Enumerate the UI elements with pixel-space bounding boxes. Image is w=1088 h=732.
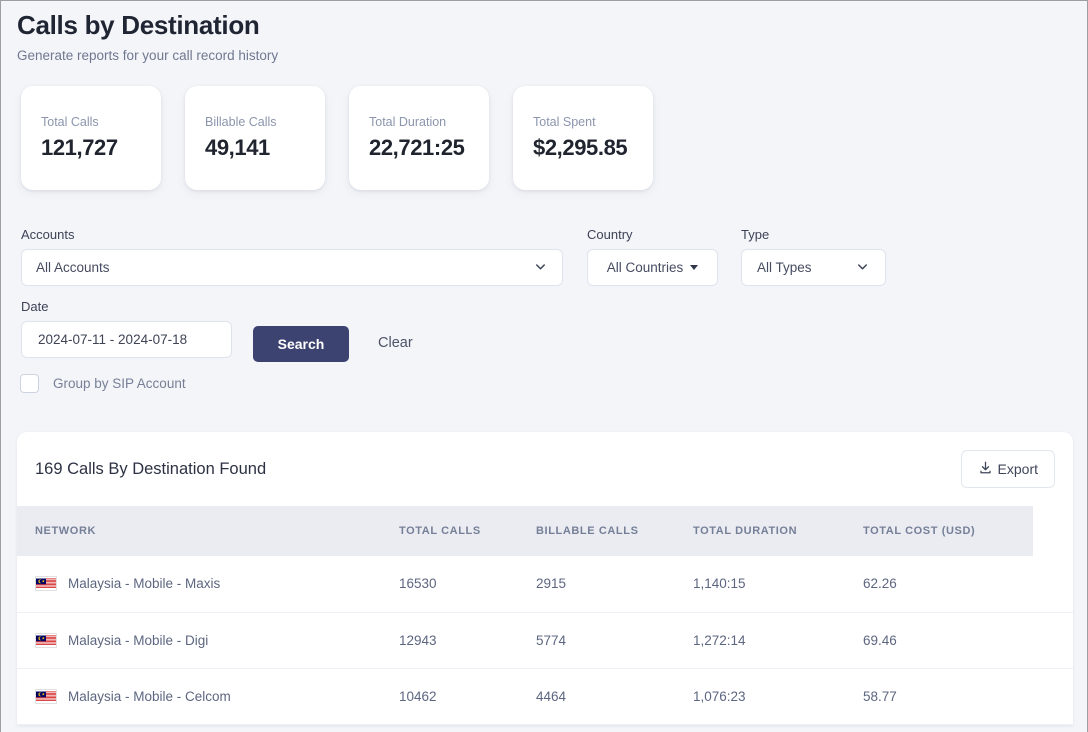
accounts-filter-group: Accounts All Accounts [21, 226, 563, 286]
page-header: Calls by Destination Generate reports fo… [1, 1, 1087, 65]
cell-spacer [1033, 556, 1073, 613]
results-card: 169 Calls By Destination Found Export NE… [17, 432, 1073, 725]
column-header-total-duration[interactable]: TOTAL DURATION [693, 506, 863, 556]
caret-down-icon [690, 265, 699, 270]
country-label: Country [587, 227, 633, 242]
stat-label: Total Duration [369, 115, 447, 129]
date-label: Date [21, 299, 49, 314]
download-icon [978, 460, 993, 478]
malaysia-flag-icon [35, 632, 57, 648]
type-filter-group: Type All Types [741, 226, 886, 286]
results-found-text: 169 Calls By Destination Found [35, 459, 267, 478]
column-header-spacer [1033, 506, 1073, 556]
type-select[interactable]: All Types [741, 249, 886, 286]
column-header-network[interactable]: NETWORK [17, 506, 399, 556]
cell-spacer [1033, 612, 1073, 669]
cell-spacer [1033, 668, 1073, 725]
stat-value: $2,295.85 [533, 135, 628, 160]
table-row[interactable]: Malaysia - Mobile - Digi 12943 5774 1,27… [17, 612, 1073, 669]
network-name: Malaysia - Mobile - Digi [68, 632, 209, 648]
cell-total-cost: 58.77 [863, 668, 1033, 725]
group-by-sip-account-label: Group by SIP Account [53, 376, 186, 391]
stat-value: 121,727 [41, 135, 118, 160]
page-title: Calls by Destination [17, 10, 260, 40]
stat-label: Total Spent [533, 115, 596, 129]
country-dropdown[interactable]: All Countries [587, 249, 718, 286]
page-subtitle: Generate reports for your call record hi… [17, 48, 279, 63]
cell-billable-calls: 4464 [536, 668, 693, 725]
cell-total-calls: 10462 [399, 668, 536, 725]
cell-total-calls: 12943 [399, 612, 536, 669]
stat-card-total-spent: Total Spent $2,295.85 [513, 86, 653, 190]
clear-button[interactable]: Clear [378, 335, 413, 351]
search-button[interactable]: Search [253, 326, 349, 362]
accounts-label: Accounts [21, 227, 75, 242]
network-name: Malaysia - Mobile - Celcom [68, 688, 231, 704]
summary-stats: Total Calls 121,727 Billable Calls 49,14… [1, 65, 1087, 190]
column-header-billable-calls[interactable]: BILLABLE CALLS [536, 506, 693, 556]
stat-card-total-calls: Total Calls 121,727 [21, 86, 161, 190]
country-filter-group: Country All Countries [587, 226, 718, 286]
stat-label: Billable Calls [205, 115, 277, 129]
network-name: Malaysia - Mobile - Maxis [68, 576, 221, 592]
stat-value: 49,141 [205, 135, 270, 160]
cell-total-cost: 69.46 [863, 612, 1033, 669]
stat-value: 22,721:25 [369, 135, 465, 160]
type-label: Type [741, 227, 770, 242]
filters-panel: Accounts All Accounts Country All Countr… [1, 226, 1087, 416]
cell-total-duration: 1,272:14 [693, 612, 863, 669]
accounts-select[interactable]: All Accounts [21, 249, 563, 286]
stat-card-billable-calls: Billable Calls 49,141 [185, 86, 325, 190]
date-range-input[interactable]: 2024-07-11 - 2024-07-18 [21, 321, 232, 358]
accounts-select-value: All Accounts [36, 260, 110, 275]
date-filter-group: Date 2024-07-11 - 2024-07-18 [21, 298, 232, 358]
cell-network: Malaysia - Mobile - Celcom [17, 668, 399, 725]
calls-by-destination-table: NETWORK TOTAL CALLS BILLABLE CALLS TOTAL… [17, 506, 1073, 725]
type-select-value: All Types [757, 260, 812, 275]
export-button[interactable]: Export [960, 450, 1055, 488]
cell-total-duration: 1,076:23 [693, 668, 863, 725]
date-range-value: 2024-07-11 - 2024-07-18 [38, 332, 188, 347]
stat-card-total-duration: Total Duration 22,721:25 [349, 86, 489, 190]
cell-network: Malaysia - Mobile - Maxis [17, 556, 399, 613]
group-by-sip-account-checkbox[interactable] [20, 374, 39, 393]
malaysia-flag-icon [35, 576, 57, 592]
table-header-row: NETWORK TOTAL CALLS BILLABLE CALLS TOTAL… [17, 506, 1073, 556]
chevron-down-icon [855, 259, 870, 277]
export-button-label: Export [997, 461, 1038, 477]
column-header-total-cost[interactable]: TOTAL COST (USD) [863, 506, 1033, 556]
chevron-down-icon [533, 259, 548, 277]
group-by-sip-account-row: Group by SIP Account [20, 374, 186, 393]
cell-total-calls: 16530 [399, 556, 536, 613]
country-dropdown-value: All Countries [606, 260, 684, 275]
table-row[interactable]: Malaysia - Mobile - Celcom 10462 4464 1,… [17, 668, 1073, 725]
column-header-total-calls[interactable]: TOTAL CALLS [399, 506, 536, 556]
cell-billable-calls: 2915 [536, 556, 693, 613]
results-header: 169 Calls By Destination Found Export [17, 432, 1073, 506]
cell-total-duration: 1,140:15 [693, 556, 863, 613]
stat-label: Total Calls [41, 115, 99, 129]
calls-by-destination-page: Calls by Destination Generate reports fo… [1, 1, 1087, 732]
table-row[interactable]: Malaysia - Mobile - Maxis 16530 2915 1,1… [17, 556, 1073, 613]
cell-network: Malaysia - Mobile - Digi [17, 612, 399, 669]
cell-total-cost: 62.26 [863, 556, 1033, 613]
cell-billable-calls: 5774 [536, 612, 693, 669]
malaysia-flag-icon [35, 688, 57, 704]
